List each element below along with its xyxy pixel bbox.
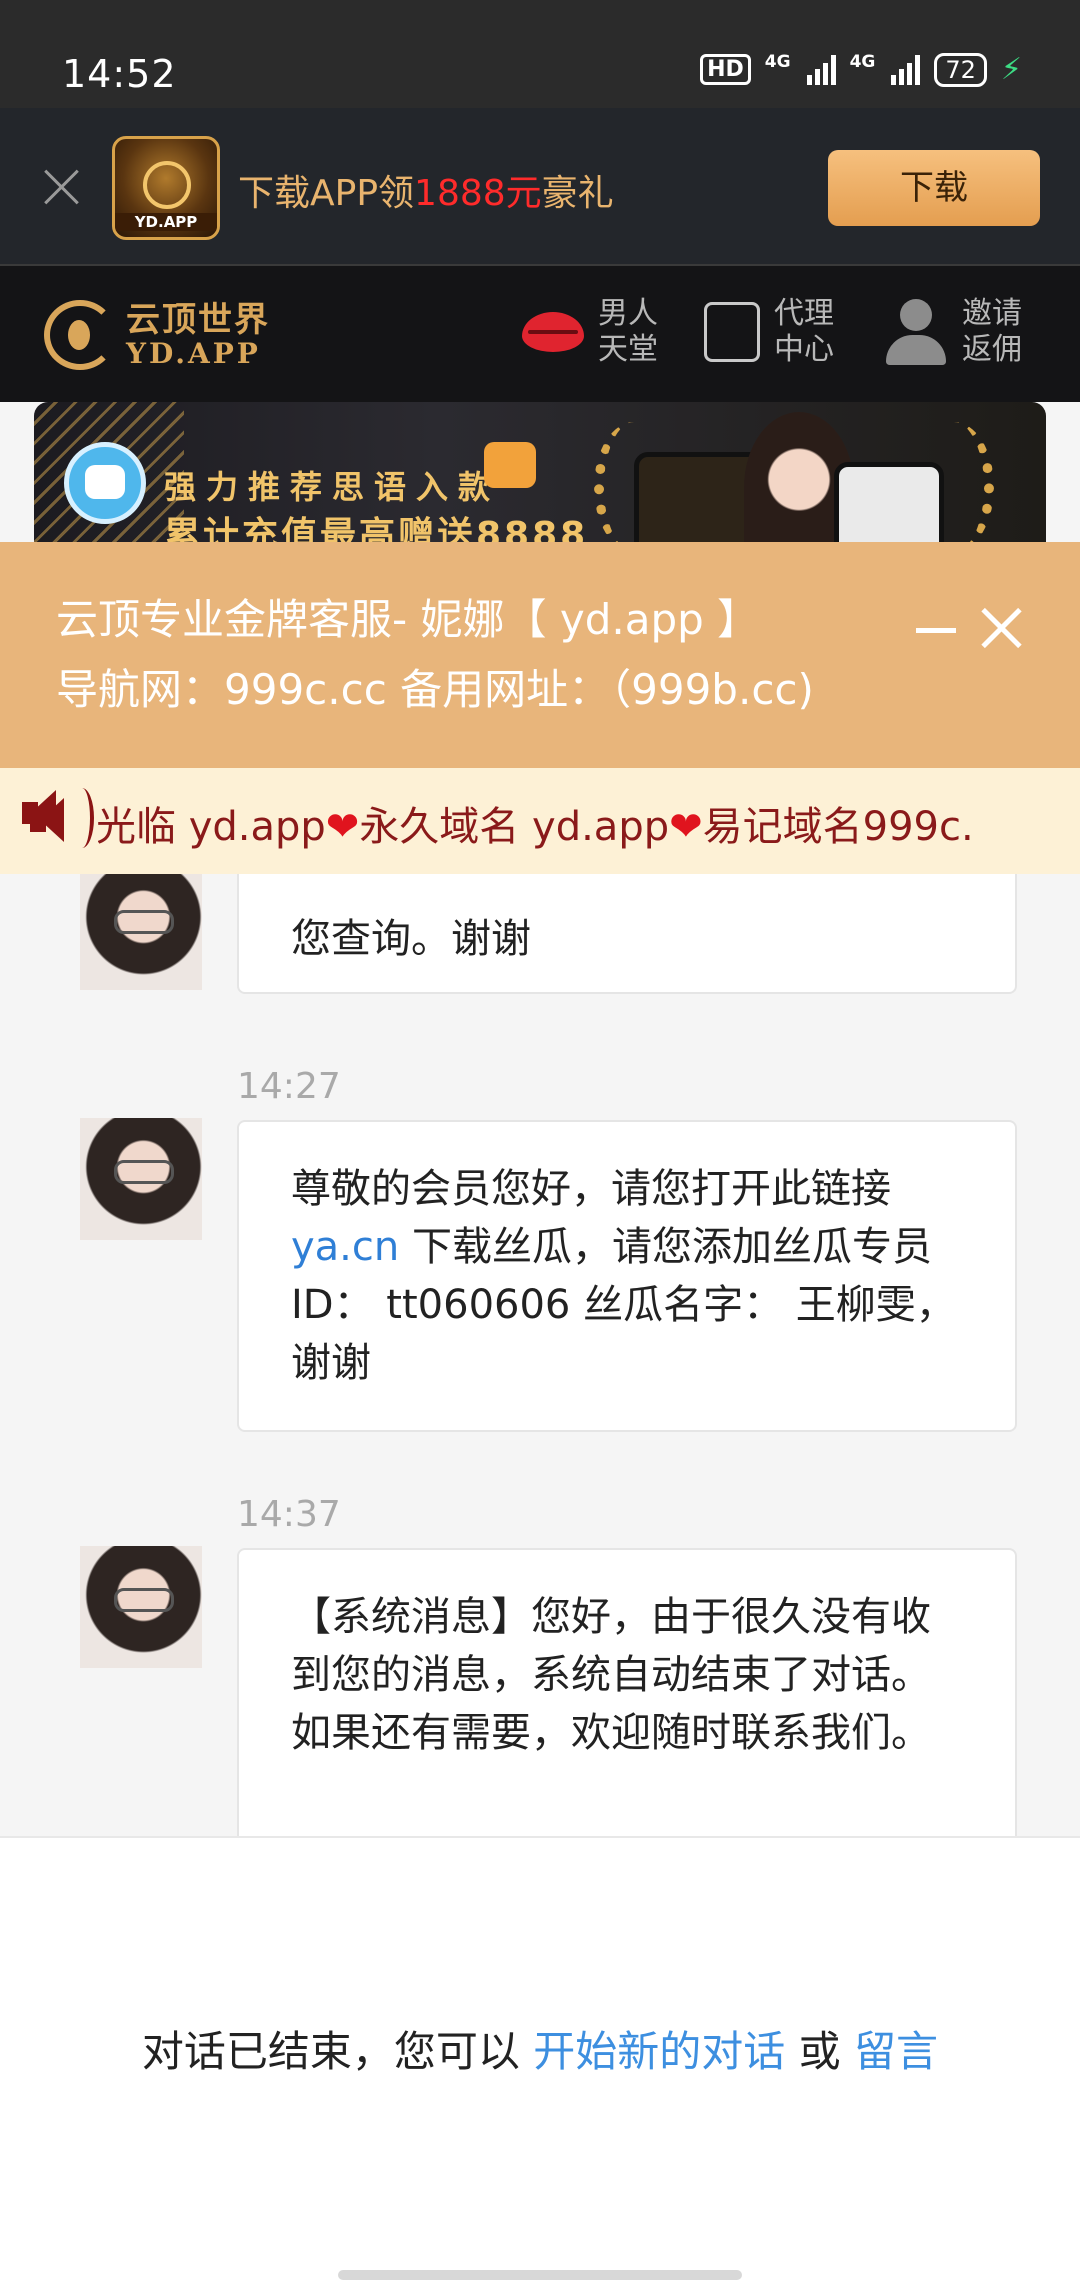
- agent-title: 云顶专业金牌客服- 妮娜【 yd.app 】: [56, 595, 760, 644]
- network-type-label-1: 4G: [764, 52, 791, 72]
- app-logo: YD.APP: [112, 136, 220, 240]
- status-bar: 14:52 HD 4G 4G 72 ⚡: [0, 0, 1080, 108]
- promo-line-2: 累计充值最高赠送8888: [164, 515, 589, 542]
- download-banner: YD.APP 下载APP领1888元豪礼 下载: [0, 108, 1080, 266]
- marquee-text: 光临 yd.app❤永久域名 yd.app❤易记域名999c.: [96, 804, 974, 850]
- announcement-marquee: 光临 yd.app❤永久域名 yd.app❤易记域名999c.: [0, 768, 1080, 874]
- nav-invite-rebate[interactable]: 邀请 返佣: [884, 296, 1022, 368]
- status-icons: HD 4G 4G 72 ⚡: [700, 52, 1022, 87]
- download-promo-text: 下载APP领1888元豪礼: [238, 173, 614, 214]
- message-time: 14:27: [237, 1066, 341, 1107]
- nav-sites-text: 导航网：999c.cc 备用网址：（999b.cc): [56, 665, 814, 714]
- agent-avatar: [80, 1118, 202, 1240]
- chat-ended-text: 对话已结束，您可以 开始新的对话 或 留言: [141, 2027, 939, 2076]
- logo-subtitle: YD.APP: [126, 337, 261, 370]
- charging-icon: ⚡: [1000, 52, 1022, 87]
- thumbs-up-icon: [484, 442, 536, 488]
- promo-banner[interactable]: 强力推荐思语入款 累计充值最高赠送8888: [34, 402, 1046, 542]
- home-indicator[interactable]: [338, 2270, 742, 2280]
- message-text: 【系统消息】您好，由于很久没有收到您的消息，系统自动结束了对话。如果还有需要，欢…: [291, 1594, 931, 1756]
- lips-icon: [522, 312, 584, 352]
- minimize-icon[interactable]: [916, 610, 956, 650]
- close-icon[interactable]: [980, 606, 1024, 650]
- message-text: 尊敬的会员您好，请您打开此链接: [291, 1166, 891, 1212]
- chat-app-icon: [64, 442, 146, 524]
- nav-agent-center[interactable]: 代理 中心: [704, 296, 834, 368]
- user-icon: [884, 299, 948, 365]
- site-logo[interactable]: 云顶世界 YD.APP: [44, 300, 270, 370]
- status-time: 14:52: [62, 52, 177, 96]
- message-link[interactable]: ya.cn: [291, 1224, 399, 1270]
- chat-header: 云顶专业金牌客服- 妮娜【 yd.app 】 导航网：999c.cc 备用网址：…: [0, 542, 1080, 768]
- agent-icon: [704, 302, 760, 362]
- promo-amount: 1888元: [414, 173, 542, 214]
- logo-mark-icon: [44, 300, 116, 370]
- close-banner-icon[interactable]: [42, 166, 82, 206]
- download-button[interactable]: 下载: [828, 150, 1040, 226]
- sound-waves-icon: [70, 788, 94, 848]
- system-message-bubble: 【系统消息】您好，由于很久没有收到您的消息，系统自动结束了对话。如果还有需要，欢…: [237, 1548, 1017, 1836]
- network-type-label-2: 4G: [849, 52, 876, 72]
- chat-messages[interactable]: 您查询。谢谢 14:27 尊敬的会员您好，请您打开此链接 ya.cn 下载丝瓜，请…: [0, 874, 1080, 1836]
- agent-avatar: [80, 874, 202, 990]
- agent-avatar: [80, 1546, 202, 1668]
- message-bubble: 尊敬的会员您好，请您打开此链接 ya.cn 下载丝瓜，请您添加丝瓜专员ID： tt…: [237, 1120, 1017, 1432]
- message-text: 您查询。谢谢: [291, 916, 531, 962]
- signal-icon-1: [806, 54, 836, 85]
- chat-ended-footer: 对话已结束，您可以 开始新的对话 或 留言: [0, 1836, 1080, 2280]
- signal-icon-2: [891, 54, 921, 85]
- logo-title: 云顶世界: [126, 300, 270, 340]
- promo-line-1: 强力推荐思语入款: [164, 468, 501, 506]
- site-header: 云顶世界 YD.APP 男人 天堂 代理 中心 邀请 返佣: [0, 266, 1080, 402]
- app-logo-text: YD.APP: [115, 213, 217, 231]
- message-time: 14:37: [237, 1494, 341, 1535]
- leave-message-link[interactable]: 留言: [854, 2027, 938, 2076]
- battery-icon: 72: [934, 52, 987, 87]
- laurel-icon: [914, 422, 994, 542]
- start-new-chat-link[interactable]: 开始新的对话: [533, 2027, 785, 2076]
- nav-men-paradise[interactable]: 男人 天堂: [522, 296, 658, 368]
- message-bubble: 您查询。谢谢: [237, 874, 1017, 994]
- hd-icon: HD: [700, 54, 751, 85]
